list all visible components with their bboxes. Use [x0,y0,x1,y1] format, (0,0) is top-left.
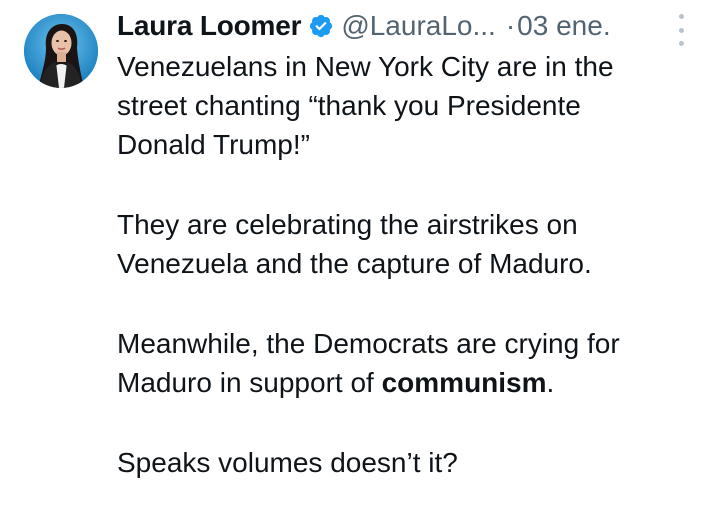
text-line: They are celebrating the airstrikes on [117,209,578,240]
more-vertical-icon[interactable] [674,14,688,46]
text-line: Maduro in support of communism. [117,363,702,402]
author-handle[interactable]: @LauraLo... [341,10,496,42]
tweet-paragraph: Speaks volumes doesn’t it? [117,443,702,482]
text-line: Venezuelans in New York City are in the [117,51,614,82]
separator-dot: · [505,10,516,41]
verified-badge-icon [308,13,334,39]
text-line: Meanwhile, the Democrats are crying for [117,328,620,359]
tweet-text: Venezuelans in New York City are in the … [117,47,702,482]
avatar[interactable] [24,14,98,88]
tweet-paragraph: They are celebrating the airstrikes on V… [117,205,702,283]
text-line: Donald Trump!” [117,129,310,160]
tweet-date[interactable]: 03 ene. [517,10,610,42]
text-line: Speaks volumes doesn’t it? [117,447,458,478]
text-line: street chanting “thank you Presidente [117,90,581,121]
communism-link[interactable]: communism [382,367,547,398]
text-segment: . [546,367,555,398]
avatar-image [24,14,98,88]
tweet: Laura Loomer @LauraLo... · 03 ene. Venez… [0,0,710,509]
tweet-paragraph: Meanwhile, the Democrats are crying for … [117,324,702,402]
text-segment: Maduro in support of [117,367,382,398]
tweet-header: Laura Loomer @LauraLo... · 03 ene. [117,6,611,46]
tweet-paragraph: Venezuelans in New York City are in the … [117,47,702,164]
text-line: Venezuela and the capture of Maduro. [117,248,592,279]
author-name[interactable]: Laura Loomer [117,10,302,42]
